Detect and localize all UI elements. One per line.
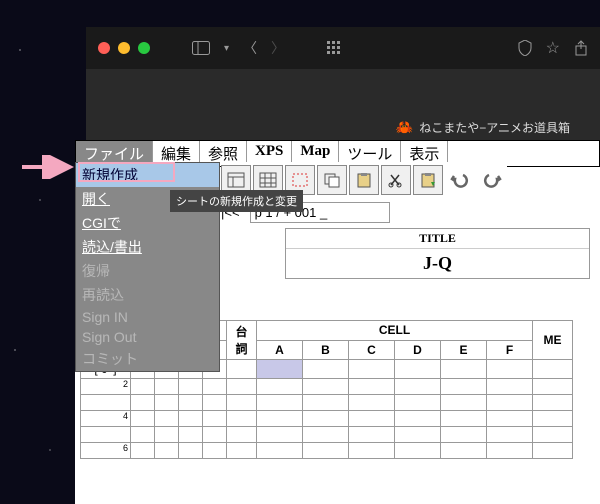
menu-item-restore: 復帰 bbox=[76, 259, 219, 283]
menu-item-signout: Sign Out bbox=[76, 327, 219, 347]
undo-button[interactable] bbox=[445, 165, 475, 195]
menu-item-new[interactable]: 新規作成 bbox=[76, 163, 219, 187]
th-cell: CELL bbox=[257, 321, 533, 341]
crab-icon: 🦀 bbox=[396, 119, 413, 136]
paste-button[interactable] bbox=[349, 165, 379, 195]
close-window-button[interactable] bbox=[98, 42, 110, 54]
copy-button[interactable] bbox=[317, 165, 347, 195]
window-titlebar: ▾ 〈 〉 ☆ bbox=[86, 27, 600, 69]
th-me: ME bbox=[533, 321, 573, 360]
browser-tabbar bbox=[86, 69, 600, 114]
th-ca: A bbox=[257, 340, 303, 360]
table-row: 6 bbox=[81, 443, 573, 459]
cut-button[interactable] bbox=[381, 165, 411, 195]
redo-button[interactable] bbox=[477, 165, 507, 195]
chevron-down-icon[interactable]: ▾ bbox=[224, 43, 229, 54]
menu-item-commit: コミット bbox=[76, 347, 219, 371]
back-icon[interactable]: 〈 bbox=[243, 38, 257, 58]
maximize-window-button[interactable] bbox=[138, 42, 150, 54]
menu-item-cgi[interactable]: CGIで bbox=[76, 211, 219, 235]
th-cc: C bbox=[349, 340, 395, 360]
paste-special-button[interactable] bbox=[413, 165, 443, 195]
th-cd: D bbox=[395, 340, 441, 360]
th-cb: B bbox=[303, 340, 349, 360]
annotation-arrow bbox=[20, 155, 80, 179]
title-value: J-Q bbox=[286, 249, 589, 278]
minimize-window-button[interactable] bbox=[118, 42, 130, 54]
th-dai: 台詞 bbox=[227, 321, 257, 360]
table-row bbox=[81, 427, 573, 443]
grid-icon[interactable] bbox=[327, 41, 341, 55]
table-row: 2 bbox=[81, 379, 573, 395]
star-icon[interactable]: ☆ bbox=[546, 38, 560, 58]
menu-item-signin: Sign IN bbox=[76, 307, 219, 327]
table-row bbox=[81, 395, 573, 411]
th-cf: F bbox=[487, 340, 533, 360]
tooltip: シートの新規作成と変更 bbox=[170, 190, 303, 212]
title-label: TITLE bbox=[286, 229, 589, 249]
th-ce: E bbox=[441, 340, 487, 360]
table-row: 4 bbox=[81, 411, 573, 427]
menu-item-readwrite[interactable]: 読込/書出 bbox=[76, 235, 219, 259]
title-box: TITLE J-Q bbox=[285, 228, 590, 279]
sidebar-icon[interactable] bbox=[192, 41, 210, 55]
site-name: ねこまたや−アニメお道具箱 bbox=[419, 119, 570, 136]
menu-item-reload: 再読込 bbox=[76, 283, 219, 307]
app-content: ファイル 編集 参照 XPS Map ツール 表示 新規作成 開く CGIで 読… bbox=[75, 140, 600, 504]
share-icon[interactable] bbox=[574, 40, 588, 56]
forward-icon[interactable]: 〉 bbox=[271, 38, 285, 58]
shield-icon[interactable] bbox=[518, 40, 532, 56]
site-header: 🦀 ねこまたや−アニメお道具箱 bbox=[86, 114, 600, 140]
